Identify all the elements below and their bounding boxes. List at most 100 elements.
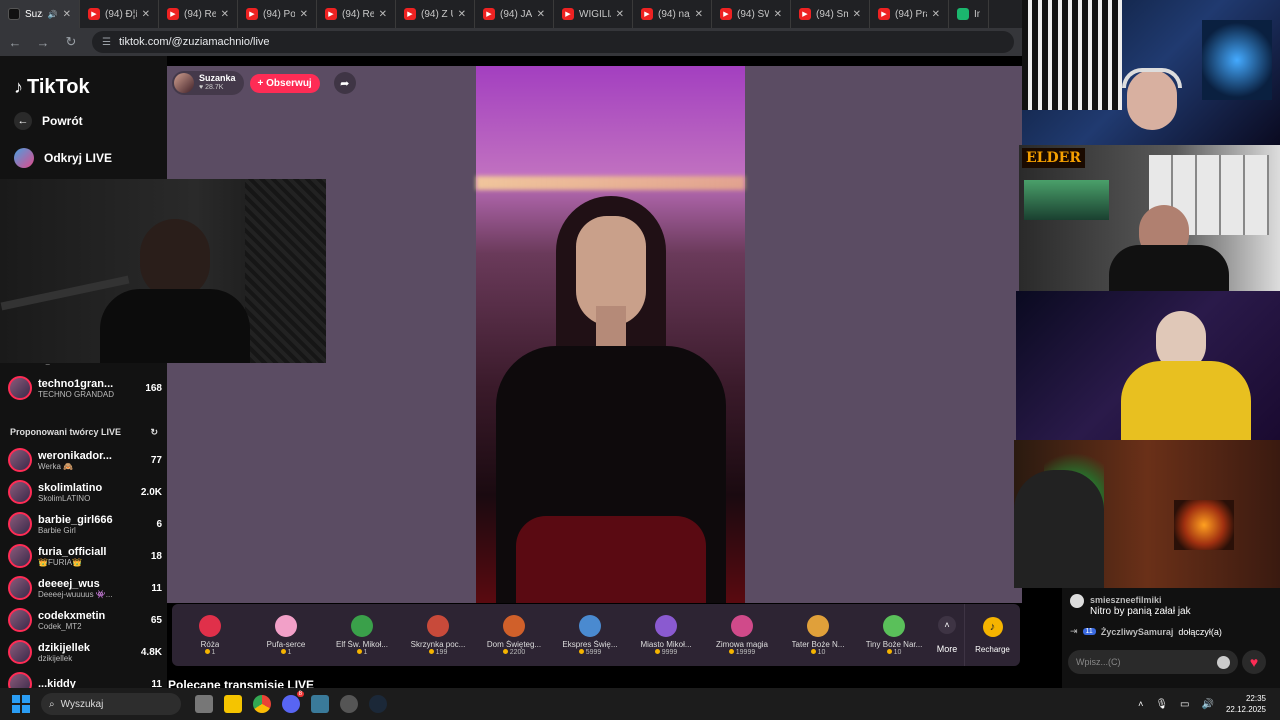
- browser-tab[interactable]: ▶ (94) Real ✕: [317, 0, 396, 28]
- close-tab-icon[interactable]: ✕: [379, 9, 387, 20]
- refresh-icon[interactable]: ↻: [150, 427, 158, 438]
- close-tab-icon[interactable]: ✕: [537, 9, 545, 20]
- gift-price: 9999: [655, 649, 678, 656]
- close-tab-icon[interactable]: ✕: [853, 9, 861, 20]
- task-view-icon[interactable]: [195, 695, 213, 713]
- creator-item[interactable]: ...kiddy 11: [8, 669, 162, 688]
- close-tab-icon[interactable]: ✕: [458, 9, 466, 20]
- person-head: [140, 219, 210, 299]
- gift-item[interactable]: Zimowa magia 19999: [704, 614, 780, 656]
- browser-tab[interactable]: ▶ (94) Pra ✕: [870, 0, 949, 28]
- back-arrow-icon: ←: [14, 112, 32, 130]
- creator-item[interactable]: barbie_girl666 Barbie Girl 6: [8, 509, 162, 539]
- browser-tab[interactable]: ▶ WIGILIA ✕: [554, 0, 633, 28]
- app-icon[interactable]: [311, 695, 329, 713]
- back-link[interactable]: ← Powrót: [14, 112, 83, 130]
- chat-username[interactable]: ŻyczliwySamuraj: [1101, 627, 1174, 637]
- like-heart-icon[interactable]: ♥: [1242, 650, 1266, 674]
- aquarium: [1024, 180, 1109, 220]
- gift-item[interactable]: Tater Boże N... 10: [780, 614, 856, 656]
- live-video[interactable]: [476, 66, 745, 603]
- browser-tab[interactable]: ▶ (94) JAP ✕: [475, 0, 554, 28]
- gift-item[interactable]: Dom Święteg... 2200: [476, 614, 552, 656]
- audio-icon[interactable]: 🔊: [48, 10, 58, 19]
- creator-item[interactable]: codekxmetin Codek_MT2 65: [8, 605, 162, 635]
- site-info-icon[interactable]: ☰: [102, 37, 111, 48]
- close-tab-icon[interactable]: ✕: [63, 9, 71, 20]
- creator-item[interactable]: dzikijellek dzikijellek 4.8K: [8, 637, 162, 667]
- viewer-count: 77: [150, 454, 162, 466]
- microphone-icon[interactable]: 🎙: [1155, 699, 1168, 710]
- network-icon[interactable]: ▭: [1180, 699, 1189, 710]
- recharge-button[interactable]: ♪ Recharge: [964, 604, 1020, 666]
- chevron-up-icon[interactable]: ˄: [938, 616, 956, 634]
- creator-item[interactable]: techno1gran... TECHNO GRANDAD 168: [8, 373, 162, 403]
- taskbar-search[interactable]: ⌕ Wyszukaj: [41, 693, 181, 715]
- chat-username[interactable]: smiesznеefilmiki: [1090, 594, 1191, 606]
- back-arrow-icon[interactable]: ←: [8, 35, 22, 50]
- browser-tab[interactable]: ▶ (94) Smu ✕: [791, 0, 870, 28]
- url-text: tiktok.com/@zuziamachnio/live: [118, 36, 270, 48]
- discover-live-link[interactable]: Odkryj LIVE: [14, 148, 112, 168]
- creator-item[interactable]: skolimlatino SkolimLATINO 2.0K: [8, 477, 162, 507]
- browser-tab[interactable]: ▶ (94) naje ✕: [633, 0, 712, 28]
- reload-icon[interactable]: ↻: [64, 34, 78, 50]
- chat-input[interactable]: Wpisz...(C): [1068, 650, 1238, 674]
- close-tab-icon[interactable]: ✕: [142, 9, 150, 20]
- file-explorer-icon[interactable]: [224, 695, 242, 713]
- clock[interactable]: 22:35 22.12.2025: [1226, 693, 1266, 715]
- browser-tab[interactable]: ▶ (94) Poks ✕: [238, 0, 317, 28]
- close-tab-icon[interactable]: ✕: [695, 9, 703, 20]
- tiktok-logo[interactable]: ♪ TikTok: [14, 76, 90, 99]
- browser-tab[interactable]: Suza 🔊 ✕: [0, 0, 80, 28]
- emoji-icon[interactable]: [1217, 655, 1230, 669]
- gift-more[interactable]: ˄ More: [934, 616, 960, 654]
- gift-price: 199: [429, 649, 448, 656]
- gift-item[interactable]: Elf Św. Mikoł... 1: [324, 614, 400, 656]
- windows-start-icon[interactable]: [12, 695, 30, 713]
- gift-item[interactable]: Róża 1: [172, 614, 248, 656]
- webcam-overlay-middle-right: ELDER: [1019, 145, 1280, 291]
- steam-icon[interactable]: [369, 695, 387, 713]
- creator-item[interactable]: deeeej_wus Deeeej-wuuuus 👾... 11: [8, 573, 162, 603]
- creator-item[interactable]: furia_officiall 👑FURIA👑 18: [8, 541, 162, 571]
- browser-tab[interactable]: ▶ (94) Ð¦í ✕: [80, 0, 159, 28]
- share-icon[interactable]: ➦: [333, 72, 356, 94]
- host-info: Suzanka ♥ 28.7K + Obserwuj ➦: [172, 71, 356, 95]
- taskbar-search-label: Wyszukaj: [60, 698, 104, 710]
- tab-label: (94) Poks: [263, 8, 295, 20]
- youtube-favicon-icon: ▶: [562, 8, 574, 20]
- gift-item[interactable]: Tiny Boże Nar... 10: [856, 614, 932, 656]
- browser-tab[interactable]: ▶ (94) Z Ur ✕: [396, 0, 475, 28]
- close-tab-icon[interactable]: ✕: [932, 9, 940, 20]
- coin-icon: ♪: [982, 616, 1003, 637]
- gift-price: 1: [205, 649, 216, 656]
- gift-item[interactable]: Ekspres Świę... 5999: [552, 614, 628, 656]
- obs-icon[interactable]: [340, 695, 358, 713]
- creator-subtitle: Codek_MT2: [38, 621, 82, 631]
- follow-button[interactable]: + Obserwuj: [249, 73, 320, 93]
- person-body: [100, 289, 250, 363]
- viewer-count: 11: [151, 582, 162, 594]
- browser-tab[interactable]: Imgur: [949, 0, 989, 28]
- browser-tab[interactable]: ▶ (94) Real ✕: [159, 0, 238, 28]
- chevron-up-icon[interactable]: ˄: [1138, 699, 1143, 709]
- close-tab-icon[interactable]: ✕: [774, 9, 782, 20]
- browser-tab[interactable]: ▶ (94) ŚW ✕: [712, 0, 791, 28]
- gift-item[interactable]: Miasto Mikoł... 9999: [628, 614, 704, 656]
- forward-arrow-icon[interactable]: →: [36, 35, 50, 50]
- discord-icon[interactable]: 8: [282, 691, 304, 713]
- recharge-label: Recharge: [975, 644, 1010, 654]
- person-body: [1109, 245, 1229, 291]
- host-badge[interactable]: Suzanka ♥ 28.7K: [172, 71, 244, 95]
- url-field[interactable]: ☰ tiktok.com/@zuziamachnio/live: [92, 31, 1014, 53]
- creator-avatar: [8, 640, 32, 664]
- volume-icon[interactable]: 🔊: [1202, 699, 1214, 710]
- close-tab-icon[interactable]: ✕: [221, 9, 229, 20]
- creator-item[interactable]: weronikador... Werka 🙈 77: [8, 445, 162, 475]
- chrome-icon[interactable]: [253, 695, 271, 713]
- gift-item[interactable]: Skrzynka poc... 199: [400, 614, 476, 656]
- gift-item[interactable]: Pufa-serce 1: [248, 614, 324, 656]
- close-tab-icon[interactable]: ✕: [616, 9, 624, 20]
- close-tab-icon[interactable]: ✕: [300, 9, 308, 20]
